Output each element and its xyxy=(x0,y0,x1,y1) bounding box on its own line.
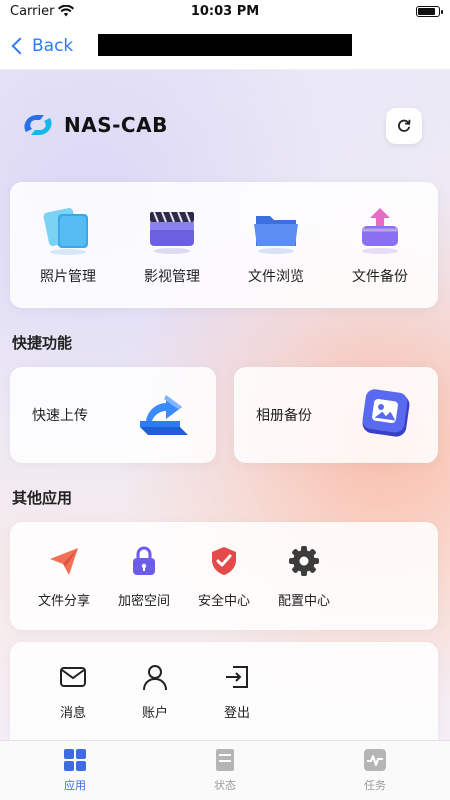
refresh-button[interactable] xyxy=(386,108,422,144)
paper-plane-icon xyxy=(47,544,81,578)
tile-label: 影视管理 xyxy=(144,269,200,285)
account-card: 消息 账户 登出 xyxy=(10,642,438,740)
tile-video-management[interactable]: 影视管理 xyxy=(127,204,217,286)
app-config-center[interactable]: 配置中心 xyxy=(264,544,344,609)
photos-icon xyxy=(40,204,96,256)
brand-name: NAS-CAB xyxy=(64,113,168,137)
mail-icon xyxy=(58,662,88,692)
refresh-icon xyxy=(398,119,411,132)
backup-icon xyxy=(352,204,408,256)
tab-label: 状态 xyxy=(214,779,236,792)
status-bar: Carrier 10:03 PM xyxy=(0,0,450,22)
other-section-title: 其他应用 xyxy=(12,489,73,507)
tile-label: 文件浏览 xyxy=(248,269,304,285)
navigation-bar: Back xyxy=(0,22,450,70)
main-content: NAS-CAB 照片管理 影视管理 文件浏览 文件备份 快捷功能 快速上传 相册… xyxy=(0,70,450,740)
tile-label: 文件备份 xyxy=(352,269,408,285)
app-label: 文件分享 xyxy=(37,593,90,609)
nascab-logo-icon xyxy=(24,115,52,135)
quick-upload-card[interactable]: 快速上传 xyxy=(10,367,216,463)
account-label: 消息 xyxy=(59,705,86,721)
back-button[interactable]: Back xyxy=(10,36,73,56)
tile-label: 照片管理 xyxy=(40,269,96,285)
tab-label: 任务 xyxy=(364,779,386,792)
server-icon xyxy=(212,747,238,773)
quick-section-title: 快捷功能 xyxy=(12,334,73,352)
other-apps-card: 文件分享 加密空间 安全中心 配置中心 xyxy=(10,522,438,630)
tile-file-browse[interactable]: 文件浏览 xyxy=(231,204,321,286)
shield-check-icon xyxy=(207,544,241,578)
app-label: 安全中心 xyxy=(197,593,250,609)
tab-tasks[interactable]: 任务 xyxy=(325,747,425,793)
status-left: Carrier xyxy=(10,3,75,19)
brand-header: NAS-CAB xyxy=(20,110,168,140)
activity-icon xyxy=(362,747,388,773)
chevron-left-icon xyxy=(11,37,29,54)
gear-icon xyxy=(287,544,321,578)
album-backup-card[interactable]: 相册备份 xyxy=(234,367,438,463)
quick-label: 快速上传 xyxy=(32,408,88,424)
battery-icon xyxy=(416,5,443,17)
app-encrypted-space[interactable]: 加密空间 xyxy=(104,544,184,609)
upload-arrow-icon xyxy=(140,395,188,435)
app-file-share[interactable]: 文件分享 xyxy=(24,544,104,609)
tile-file-backup[interactable]: 文件备份 xyxy=(335,204,425,286)
account-logout[interactable]: 登出 xyxy=(196,662,278,721)
video-icon xyxy=(144,204,200,256)
folder-icon xyxy=(248,204,304,256)
account-label: 账户 xyxy=(141,705,168,721)
main-features-card: 照片管理 影视管理 文件浏览 文件备份 xyxy=(10,182,438,308)
user-icon xyxy=(140,662,170,692)
quick-label: 相册备份 xyxy=(256,408,312,424)
logout-icon xyxy=(222,662,252,692)
wifi-icon xyxy=(58,5,75,17)
back-label: Back xyxy=(32,35,74,56)
app-security-center[interactable]: 安全中心 xyxy=(184,544,264,609)
tab-status[interactable]: 状态 xyxy=(175,747,275,793)
account-messages[interactable]: 消息 xyxy=(32,662,114,721)
lock-icon xyxy=(127,544,161,578)
account-user[interactable]: 账户 xyxy=(114,662,196,721)
account-label: 登出 xyxy=(223,705,250,721)
grid-icon xyxy=(62,747,88,773)
tile-photo-management[interactable]: 照片管理 xyxy=(23,204,113,286)
tab-bar: 应用 状态 任务 xyxy=(0,740,450,800)
album-image-icon xyxy=(362,389,410,437)
carrier-label: Carrier xyxy=(10,3,55,19)
tab-apps[interactable]: 应用 xyxy=(25,747,125,793)
app-label: 加密空间 xyxy=(117,593,170,609)
tab-label: 应用 xyxy=(64,779,86,792)
redacted-title xyxy=(98,34,352,56)
app-label: 配置中心 xyxy=(277,593,330,609)
